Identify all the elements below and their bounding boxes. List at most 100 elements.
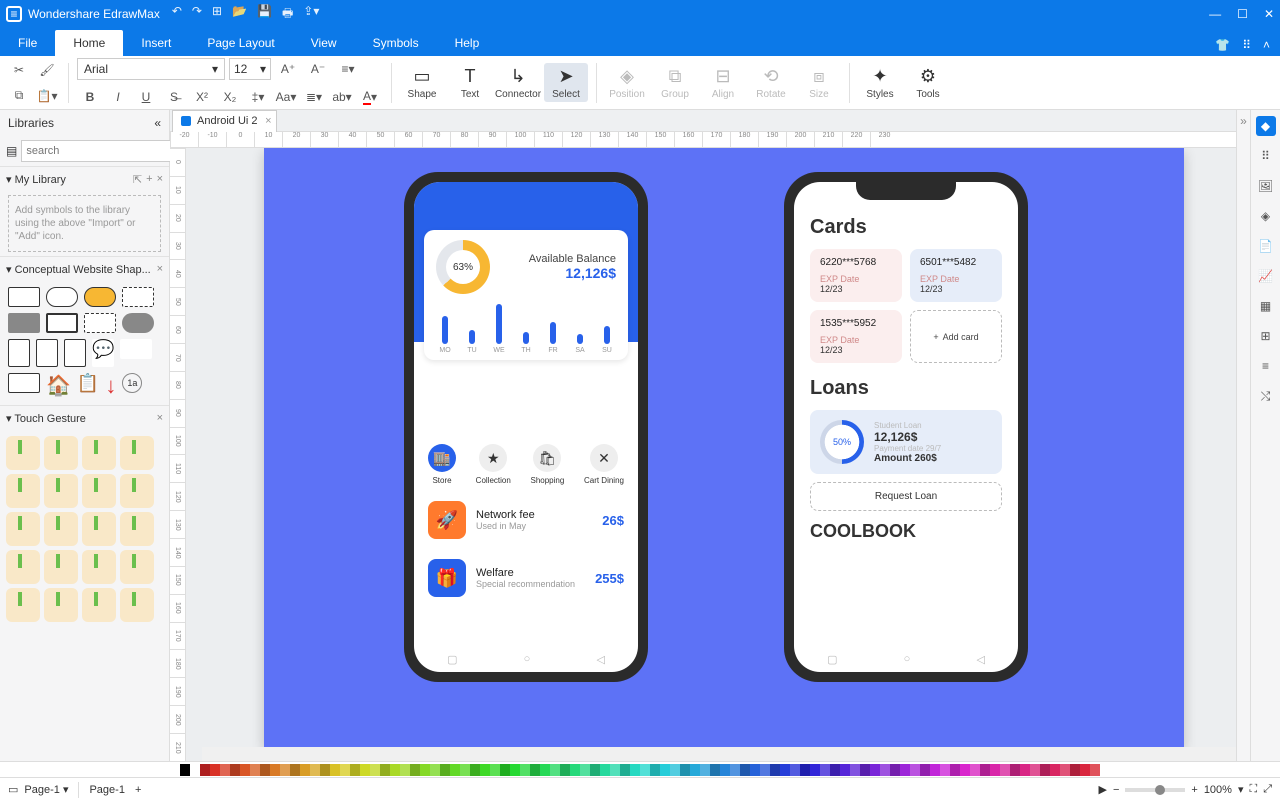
- undo-icon[interactable]: ↶: [172, 4, 182, 25]
- import-icon[interactable]: ⇱: [133, 173, 142, 186]
- paste-icon[interactable]: 📋▾: [34, 84, 60, 108]
- text-case-icon[interactable]: Aa▾: [273, 85, 299, 109]
- list-icon[interactable]: ≣▾: [301, 85, 327, 109]
- close-tab-icon[interactable]: ×: [265, 115, 271, 127]
- shape-doc[interactable]: [64, 339, 86, 367]
- fit-page-icon[interactable]: ⛶: [1249, 783, 1257, 796]
- more-icon[interactable]: ⊞: [1256, 326, 1276, 346]
- underline-icon[interactable]: U: [133, 85, 159, 109]
- menu-help[interactable]: Help: [437, 30, 498, 56]
- shape-fill[interactable]: [8, 313, 40, 333]
- save-icon[interactable]: 💾: [257, 4, 272, 25]
- bold-icon[interactable]: B: [77, 85, 103, 109]
- new-icon[interactable]: ⊞: [212, 4, 222, 25]
- menu-view[interactable]: View: [293, 30, 355, 56]
- menu-home[interactable]: Home: [55, 30, 123, 56]
- tshirt-icon[interactable]: 👕: [1215, 38, 1230, 52]
- tool-connector[interactable]: ↳Connector: [496, 63, 540, 102]
- highlight-icon[interactable]: ab▾: [329, 85, 355, 109]
- layers-icon[interactable]: ◈: [1256, 206, 1276, 226]
- credit-card-1[interactable]: 6220***5768EXP Date12/23: [810, 249, 902, 302]
- quick-dining[interactable]: ✕Cart Dining: [584, 444, 624, 485]
- list-welfare[interactable]: 🎁 WelfareSpecial recommendation 255$: [414, 549, 638, 607]
- fullscreen-icon[interactable]: ⤢: [1263, 783, 1272, 796]
- present-icon[interactable]: ▶: [1098, 783, 1106, 796]
- search-input[interactable]: [21, 140, 173, 162]
- increase-font-icon[interactable]: A⁺: [275, 57, 301, 81]
- close-lib-icon[interactable]: ×: [157, 173, 163, 186]
- font-family-select[interactable]: Arial▾: [77, 58, 225, 80]
- maximize-icon[interactable]: ☐: [1237, 7, 1248, 21]
- menu-file[interactable]: File: [0, 30, 55, 56]
- menu-page-layout[interactable]: Page Layout: [189, 30, 292, 56]
- chart-icon[interactable]: 📈: [1256, 266, 1276, 286]
- tool-size[interactable]: ⧈Size: [797, 63, 841, 102]
- loan-card[interactable]: 50% Student Loan 12,126$ Payment date 29…: [810, 410, 1002, 474]
- zoom-out-icon[interactable]: −: [1113, 784, 1119, 796]
- canvas[interactable]: 63% Available Balance 12,126$ MOTUWETHFR…: [186, 148, 1236, 761]
- table-icon[interactable]: ▦: [1256, 296, 1276, 316]
- image-icon[interactable]: 🖼: [1256, 176, 1276, 196]
- quick-store[interactable]: 🏬Store: [428, 444, 456, 485]
- superscript-icon[interactable]: X²: [189, 85, 215, 109]
- page-tab[interactable]: Page-1: [89, 784, 124, 796]
- tool-shape[interactable]: ▭Shape: [400, 63, 444, 102]
- collapse-left-icon[interactable]: «: [154, 116, 161, 130]
- redo-icon[interactable]: ↷: [192, 4, 202, 25]
- credit-card-2[interactable]: 6501***5482EXP Date12/23: [910, 249, 1002, 302]
- italic-icon[interactable]: I: [105, 85, 131, 109]
- collapse-ribbon-icon[interactable]: ˄: [1263, 38, 1270, 52]
- format-painter-icon[interactable]: 🖌: [34, 58, 60, 82]
- tool-styles[interactable]: ✦Styles: [858, 63, 902, 102]
- open-icon[interactable]: 📂: [232, 4, 247, 25]
- shape-pill-fill[interactable]: [122, 313, 154, 333]
- font-size-select[interactable]: 12▾: [229, 58, 271, 80]
- font-color-icon[interactable]: A▾: [357, 85, 383, 109]
- strike-icon[interactable]: S̶: [161, 85, 187, 109]
- close-gesture-icon[interactable]: ×: [157, 412, 163, 424]
- quick-shopping[interactable]: 🛍Shopping: [530, 444, 564, 485]
- credit-card-3[interactable]: 1535***5952EXP Date12/23: [810, 310, 902, 363]
- tool-text[interactable]: TText: [448, 63, 492, 102]
- add-lib-icon[interactable]: +: [146, 173, 152, 186]
- shape-blank[interactable]: [120, 339, 152, 359]
- copy-icon[interactable]: ⧉: [6, 84, 32, 108]
- list-network-fee[interactable]: 🚀 Network feeUsed in May 26$: [414, 491, 638, 549]
- minimize-icon[interactable]: —: [1209, 7, 1221, 21]
- menu-insert[interactable]: Insert: [123, 30, 189, 56]
- document-tab[interactable]: Android Ui 2 ×: [172, 110, 277, 132]
- menu-symbols[interactable]: Symbols: [355, 30, 437, 56]
- shape-box[interactable]: [8, 373, 40, 393]
- print-icon[interactable]: 🖶: [282, 4, 293, 25]
- tool-align[interactable]: ⊟Align: [701, 63, 745, 102]
- shape-dash2[interactable]: [84, 313, 116, 333]
- shape-thick[interactable]: [46, 313, 78, 333]
- page-select[interactable]: Page-1 ▾: [24, 783, 68, 796]
- shape-window[interactable]: [36, 339, 58, 367]
- tool-select[interactable]: ➤Select: [544, 63, 588, 102]
- collapse-right-icon[interactable]: »: [1236, 110, 1250, 761]
- shape-pill[interactable]: [46, 287, 78, 307]
- theme-icon[interactable]: ◆: [1256, 116, 1276, 136]
- gesture-item[interactable]: [6, 436, 40, 470]
- textalign-icon[interactable]: ≡: [1256, 356, 1276, 376]
- decrease-font-icon[interactable]: A⁻: [305, 57, 331, 81]
- tool-rotate[interactable]: ⟲Rotate: [749, 63, 793, 102]
- apps-icon[interactable]: ⠿: [1256, 146, 1276, 166]
- zoom-slider[interactable]: [1125, 788, 1185, 792]
- color-palette-bar[interactable]: [0, 761, 1280, 777]
- cut-icon[interactable]: ✂: [6, 58, 32, 82]
- page-icon[interactable]: 📄: [1256, 236, 1276, 256]
- page-width-icon[interactable]: ▭: [8, 783, 18, 796]
- shape-dash[interactable]: [122, 287, 154, 307]
- tool-group[interactable]: ⧉Group: [653, 63, 697, 102]
- export-icon[interactable]: ⇪▾: [303, 4, 319, 25]
- library-menu-icon[interactable]: ▤: [6, 144, 17, 158]
- quick-collection[interactable]: ★Collection: [476, 444, 511, 485]
- shape-cylinder[interactable]: [8, 339, 30, 367]
- request-loan-button[interactable]: Request Loan: [810, 482, 1002, 511]
- subscript-icon[interactable]: X₂: [217, 85, 243, 109]
- add-card-button[interactable]: +Add card: [910, 310, 1002, 363]
- grid-icon[interactable]: ⠿: [1242, 38, 1251, 52]
- align-menu-icon[interactable]: ≡▾: [335, 57, 361, 81]
